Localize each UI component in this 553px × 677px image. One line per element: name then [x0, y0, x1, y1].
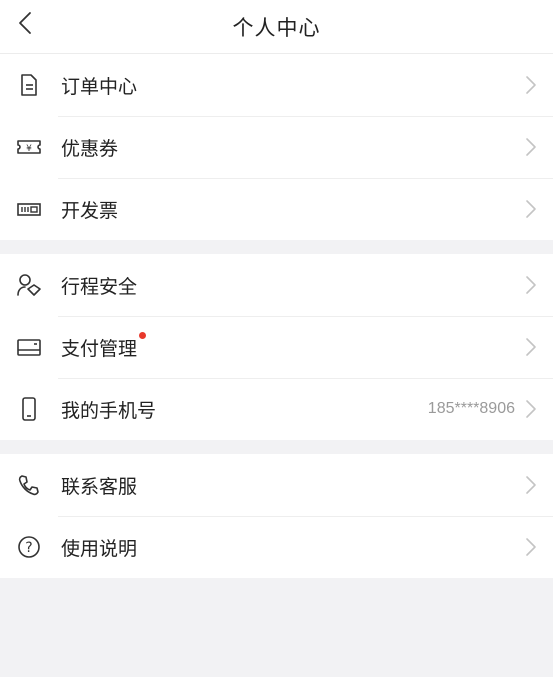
- svg-text:?: ?: [25, 540, 32, 556]
- section-divider: [0, 440, 553, 454]
- menu-item-phone-number[interactable]: 我的手机号 185****8906: [0, 378, 553, 440]
- menu-item-payment[interactable]: 支付管理: [0, 316, 553, 378]
- chevron-right-icon: [525, 75, 537, 95]
- chevron-left-icon: [19, 12, 31, 34]
- menu-item-label: 使用说明: [61, 537, 138, 560]
- wallet-icon: [16, 334, 42, 360]
- menu-item-label: 订单中心: [61, 75, 138, 98]
- menu-item-label: 我的手机号: [61, 399, 157, 422]
- help-icon: ?: [16, 534, 42, 560]
- menu-item-trip-safety[interactable]: 行程安全: [0, 254, 553, 316]
- menu-item-invoice[interactable]: 开发票: [0, 178, 553, 240]
- coupon-icon: ¥: [16, 134, 42, 160]
- menu-item-instructions[interactable]: ? 使用说明: [0, 516, 553, 578]
- menu-item-orders[interactable]: 订单中心: [0, 54, 553, 116]
- chevron-right-icon: [525, 275, 537, 295]
- back-button[interactable]: [14, 8, 36, 38]
- menu-item-label: 支付管理: [61, 331, 147, 361]
- document-icon: [16, 72, 42, 98]
- people-icon: [16, 272, 42, 298]
- invoice-icon: [16, 196, 42, 222]
- menu-group-orders: 订单中心 ¥ 优惠券 开发票: [0, 54, 553, 240]
- menu-item-label: 优惠券: [61, 137, 119, 160]
- chevron-right-icon: [525, 399, 537, 419]
- chevron-right-icon: [525, 537, 537, 557]
- phone-number-value: 185****8906: [427, 400, 515, 417]
- chevron-right-icon: [525, 475, 537, 495]
- chevron-right-icon: [525, 337, 537, 357]
- page-title: 个人中心: [232, 15, 321, 40]
- chevron-right-icon: [525, 137, 537, 157]
- svg-text:¥: ¥: [26, 144, 32, 154]
- phone-icon: [16, 396, 42, 422]
- menu-item-label: 行程安全: [61, 275, 138, 298]
- menu-group-security: 行程安全 支付管理 我的手机号 185****8906: [0, 254, 553, 440]
- menu-item-coupons[interactable]: ¥ 优惠券: [0, 116, 553, 178]
- menu-item-label: 开发票: [61, 199, 119, 222]
- chevron-right-icon: [525, 199, 537, 219]
- section-divider: [0, 240, 553, 254]
- menu-group-support: 联系客服 ? 使用说明: [0, 454, 553, 578]
- app-header: 个人中心: [0, 0, 553, 54]
- menu-item-label: 联系客服: [61, 475, 138, 498]
- notification-dot: [139, 331, 147, 339]
- telephone-icon: [16, 472, 42, 498]
- menu-item-customer-service[interactable]: 联系客服: [0, 454, 553, 516]
